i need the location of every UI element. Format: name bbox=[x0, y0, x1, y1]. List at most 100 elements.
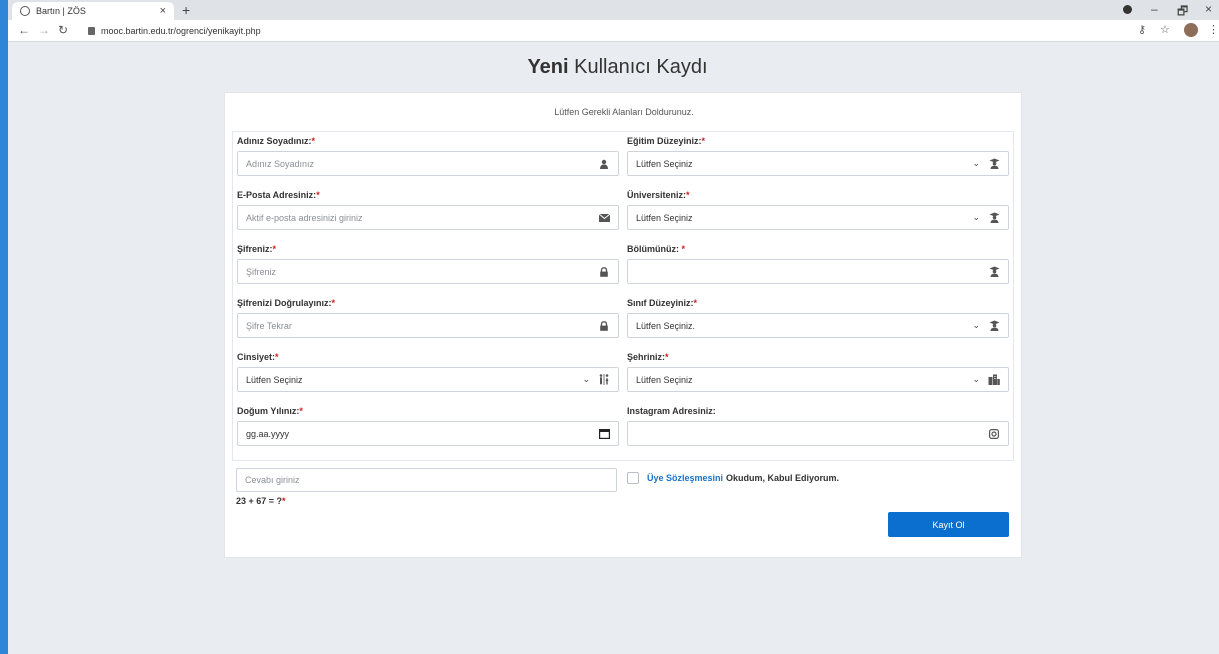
minimize-button[interactable]: – bbox=[1151, 2, 1158, 16]
star-bookmark-icon[interactable]: ☆ bbox=[1160, 23, 1170, 36]
required-mark: * bbox=[275, 352, 279, 362]
password-confirm-input[interactable]: Şifre Tekrar bbox=[237, 313, 619, 338]
chevron-down-icon: ⌄ bbox=[972, 212, 980, 222]
close-window-button[interactable]: × bbox=[1205, 2, 1212, 16]
class-level-value: Lütfen Seçiniz. bbox=[636, 320, 696, 331]
required-mark: * bbox=[331, 298, 336, 308]
class-level-label: Sınıf Düzeyiniz: bbox=[627, 298, 694, 308]
page-title-bold: Yeni bbox=[527, 56, 569, 78]
required-mark: * bbox=[665, 352, 669, 362]
forward-arrow-icon[interactable]: → bbox=[38, 23, 50, 37]
city-label: Şehriniz: bbox=[627, 352, 666, 362]
class-level-select[interactable]: Lütfen Seçiniz. ⌄ bbox=[627, 313, 1009, 338]
new-tab-button[interactable]: + bbox=[182, 2, 190, 18]
university-select[interactable]: Lütfen Seçiniz ⌄ bbox=[627, 205, 1009, 230]
captcha-input[interactable]: Cevabı giriniz bbox=[236, 468, 617, 492]
user-icon bbox=[598, 158, 610, 170]
required-mark: * bbox=[282, 496, 286, 506]
browser-tab[interactable]: Bartın | ZÖS × bbox=[12, 2, 174, 20]
envelope-icon bbox=[598, 212, 610, 224]
education-level-select[interactable]: Lütfen Seçiniz ⌄ bbox=[627, 151, 1009, 176]
required-mark: * bbox=[681, 244, 686, 254]
graduate-icon bbox=[988, 212, 1000, 224]
city-icon bbox=[988, 374, 1000, 386]
gender-field: Cinsiyet:* Lütfen Seçiniz ⌄ bbox=[237, 351, 619, 392]
agreement-link[interactable]: Üye Sözleşmesini bbox=[647, 473, 723, 483]
url-bar[interactable]: mooc.bartin.edu.tr/ogrenci/yenikayit.php bbox=[88, 23, 1088, 39]
menu-dots-icon[interactable]: ⋮ bbox=[1208, 23, 1219, 36]
captcha-placeholder: Cevabı giriniz bbox=[245, 475, 300, 485]
form-subtitle: Lütfen Gerekli Alanları Doldurunuz. bbox=[554, 107, 694, 117]
tab-title: Bartın | ZÖS bbox=[36, 6, 86, 16]
required-mark: * bbox=[299, 406, 303, 416]
gender-label: Cinsiyet: bbox=[237, 352, 276, 362]
name-placeholder: Adınız Soyadınız bbox=[246, 158, 315, 169]
browser-profile-icon[interactable] bbox=[1123, 2, 1132, 17]
department-field: Bölümünüz: * bbox=[627, 243, 1009, 284]
email-input[interactable]: Aktif e-posta adresinizi giriniz bbox=[237, 205, 619, 230]
chevron-down-icon: ⌄ bbox=[972, 158, 980, 168]
department-label: Bölümünüz: bbox=[627, 244, 682, 254]
instagram-label: Instagram Adresiniz: bbox=[627, 406, 716, 416]
lock-icon bbox=[598, 320, 610, 332]
register-button[interactable]: Kayıt Ol bbox=[888, 512, 1009, 537]
required-mark: * bbox=[701, 136, 706, 146]
graduate-icon bbox=[988, 320, 1000, 332]
page-title-rest: Kullanıcı Kaydı bbox=[574, 56, 708, 78]
graduate-icon bbox=[988, 266, 1000, 278]
password-confirm-placeholder: Şifre Tekrar bbox=[246, 320, 292, 331]
university-label: Üniversiteniz: bbox=[627, 190, 687, 200]
city-field: Şehriniz:* Lütfen Seçiniz ⌄ bbox=[627, 351, 1009, 392]
tab-strip: Bartın | ZÖS × + – 🗗 × bbox=[8, 0, 1219, 20]
required-mark: * bbox=[272, 244, 277, 254]
education-level-field: Eğitim Düzeyiniz:* Lütfen Seçiniz ⌄ bbox=[627, 135, 1009, 176]
graduate-icon bbox=[988, 158, 1000, 170]
instagram-field: Instagram Adresiniz: bbox=[627, 405, 1009, 446]
birth-date-value: gg.aa.yyyy bbox=[246, 428, 290, 439]
back-arrow-icon[interactable]: ← bbox=[18, 23, 30, 37]
key-icon[interactable]: ⚷ bbox=[1138, 23, 1146, 36]
required-mark: * bbox=[693, 298, 698, 308]
password-confirm-field: Şifrenizi Doğrulayınız:* Şifre Tekrar bbox=[237, 297, 619, 338]
name-input[interactable]: Adınız Soyadınız bbox=[237, 151, 619, 176]
agreement-text: Okudum, Kabul Ediyorum. bbox=[726, 473, 840, 483]
profile-avatar[interactable] bbox=[1184, 23, 1198, 37]
captcha-question: 23 + 67 = ?* bbox=[236, 496, 286, 506]
education-level-value: Lütfen Seçiniz bbox=[636, 158, 693, 169]
chevron-down-icon: ⌄ bbox=[972, 320, 980, 330]
chevron-down-icon: ⌄ bbox=[582, 374, 590, 384]
education-level-label: Eğitim Düzeyiniz: bbox=[627, 136, 702, 146]
agreement-checkbox[interactable] bbox=[627, 472, 639, 484]
password-field: Şifreniz:* Şifreniz bbox=[237, 243, 619, 284]
instagram-icon bbox=[988, 428, 1000, 440]
page-title: Yeni Kullanıcı Kaydı bbox=[8, 56, 1219, 79]
department-input[interactable] bbox=[627, 259, 1009, 284]
class-level-field: Sınıf Düzeyiniz:* Lütfen Seçiniz. ⌄ bbox=[627, 297, 1009, 338]
university-field: Üniversiteniz:* Lütfen Seçiniz ⌄ bbox=[627, 189, 1009, 230]
url-text: mooc.bartin.edu.tr/ogrenci/yenikayit.php bbox=[101, 26, 261, 36]
password-label: Şifreniz: bbox=[237, 244, 273, 254]
captcha-question-text: 23 + 67 = ? bbox=[236, 496, 283, 506]
birth-date-input[interactable]: gg.aa.yyyy bbox=[237, 421, 619, 446]
browser-window: Bartın | ZÖS × + – 🗗 × ← → ↻ mooc.bartin… bbox=[0, 0, 1219, 654]
password-placeholder: Şifreniz bbox=[246, 266, 277, 277]
name-field: Adınız Soyadınız:* Adınız Soyadınız bbox=[237, 135, 619, 176]
city-value: Lütfen Seçiniz bbox=[636, 374, 693, 385]
required-mark: * bbox=[686, 190, 690, 200]
calendar-icon[interactable] bbox=[598, 428, 610, 440]
registration-card: Lütfen Gerekli Alanları Doldurunuz. Adın… bbox=[224, 92, 1022, 558]
city-select[interactable]: Lütfen Seçiniz ⌄ bbox=[627, 367, 1009, 392]
name-label: Adınız Soyadınız: bbox=[237, 136, 312, 146]
lock-icon bbox=[598, 266, 610, 278]
gender-select[interactable]: Lütfen Seçiniz ⌄ bbox=[237, 367, 619, 392]
university-value: Lütfen Seçiniz bbox=[636, 212, 693, 223]
email-label: E-Posta Adresiniz: bbox=[237, 190, 317, 200]
address-toolbar: ← → ↻ mooc.bartin.edu.tr/ogrenci/yenikay… bbox=[8, 20, 1219, 42]
email-field: E-Posta Adresiniz:* Aktif e-posta adresi… bbox=[237, 189, 619, 230]
reload-icon[interactable]: ↻ bbox=[58, 23, 68, 37]
tab-close-button[interactable]: × bbox=[160, 5, 166, 17]
secure-lock-icon bbox=[88, 27, 95, 35]
gender-selected-value: Lütfen Seçiniz bbox=[246, 374, 303, 385]
instagram-input[interactable] bbox=[627, 421, 1009, 446]
password-input[interactable]: Şifreniz bbox=[237, 259, 619, 284]
